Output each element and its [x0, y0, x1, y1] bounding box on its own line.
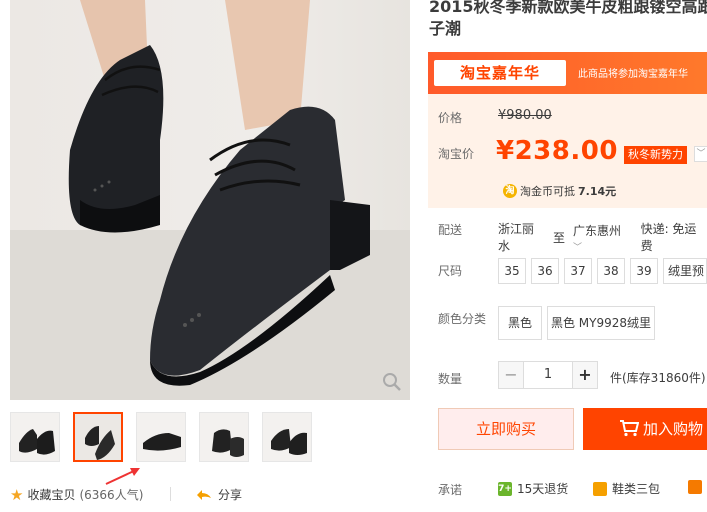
carnival-logo: 淘宝嘉年华: [434, 60, 566, 86]
promo-badge: 秋冬新势力: [624, 146, 687, 164]
promise-extra-icon: [688, 480, 702, 494]
return-icon: 7+: [498, 481, 512, 496]
zoom-icon[interactable]: [382, 372, 402, 392]
size-option[interactable]: 36: [531, 258, 559, 284]
thumbnail-strip: [10, 412, 320, 464]
promise-return-label: 15天退货: [517, 482, 569, 496]
chevron-down-icon[interactable]: ﹀: [694, 146, 707, 162]
size-option[interactable]: 39: [630, 258, 658, 284]
quantity-stepper: − 1 +: [498, 361, 600, 389]
ship-from: 浙江丽水: [498, 222, 535, 253]
size-option[interactable]: 37: [564, 258, 592, 284]
original-price: ¥980.00: [498, 108, 552, 123]
color-option[interactable]: 黑色 MY9928绒里: [547, 306, 655, 340]
add-to-cart-label: 加入购物: [643, 420, 704, 438]
original-price-label: 价格: [438, 111, 463, 125]
thumbnail-4[interactable]: [199, 412, 249, 462]
thumbnail-2[interactable]: [73, 412, 123, 462]
stock-info: 件(库存31860件): [610, 371, 706, 385]
main-product-image[interactable]: [10, 0, 410, 400]
coin-value: 7.14元: [578, 185, 617, 198]
ship-destination: 广东惠州: [573, 223, 622, 238]
promise-return[interactable]: 7+ 15天退货: [498, 480, 568, 497]
favorite-button[interactable]: ★ 收藏宝贝 (6366人气): [10, 486, 143, 503]
red-arrow-annotation: [105, 468, 140, 485]
promise-warranty[interactable]: 鞋类三包: [593, 480, 660, 497]
quantity-input[interactable]: 1: [524, 361, 572, 389]
taobao-price-label: 淘宝价: [438, 147, 475, 161]
coin-info: 淘 淘金币可抵 7.14元: [503, 183, 616, 199]
thumbnail-3[interactable]: [136, 412, 186, 462]
product-title: 2015秋冬季新款欧美牛皮粗跟镂空高跟子潮: [429, 0, 707, 38]
buy-now-button[interactable]: 立即购买: [438, 408, 574, 450]
shipping-fee: 快递: 免运费: [640, 222, 697, 253]
ship-destination-select[interactable]: 广东惠州 ﹀: [573, 222, 633, 253]
shipping-info: 浙江丽水 至 广东惠州 ﹀ 快递: 免运费: [498, 220, 707, 254]
size-label: 尺码: [438, 264, 463, 278]
share-button[interactable]: 分享: [196, 486, 242, 503]
size-option[interactable]: 绒里预: [663, 258, 707, 284]
add-to-cart-button[interactable]: 加入购物: [583, 408, 707, 450]
increase-button[interactable]: +: [572, 361, 598, 389]
shipping-label: 配送: [438, 223, 463, 237]
star-icon: ★: [10, 485, 24, 504]
promo-note: 此商品将参加淘宝嘉年华: [578, 69, 688, 80]
ship-to-word: 至: [553, 230, 566, 245]
thumbnail-5[interactable]: [262, 412, 312, 462]
decrease-button[interactable]: −: [498, 361, 524, 389]
promo-banner[interactable]: 淘宝嘉年华 此商品将参加淘宝嘉年华: [428, 52, 707, 94]
cart-icon: [620, 420, 639, 437]
favorite-label: 收藏宝贝: [27, 488, 76, 502]
favorite-count: (6366人气): [79, 488, 144, 502]
coin-text: 淘金币可抵: [520, 185, 575, 198]
coin-icon: 淘: [503, 184, 517, 198]
taobao-price: ¥238.00: [496, 136, 618, 166]
color-option[interactable]: 黑色: [498, 306, 542, 340]
color-label: 颜色分类: [438, 312, 487, 326]
promise-extra[interactable]: [688, 480, 702, 494]
thumbnail-1[interactable]: [10, 412, 60, 462]
promise-label: 承诺: [438, 483, 463, 497]
shoe-illustration: [10, 0, 410, 400]
chevron-down-icon: ﹀: [573, 242, 583, 253]
currency-symbol: ¥: [496, 136, 515, 166]
divider: [170, 487, 171, 501]
price-value: 238.00: [514, 136, 618, 166]
promise-warranty-label: 鞋类三包: [612, 482, 661, 496]
quantity-label: 数量: [438, 372, 463, 386]
size-option[interactable]: 38: [597, 258, 625, 284]
share-label: 分享: [218, 488, 243, 502]
share-icon: [197, 489, 211, 500]
warranty-icon: [593, 481, 607, 496]
size-option[interactable]: 35: [498, 258, 526, 284]
